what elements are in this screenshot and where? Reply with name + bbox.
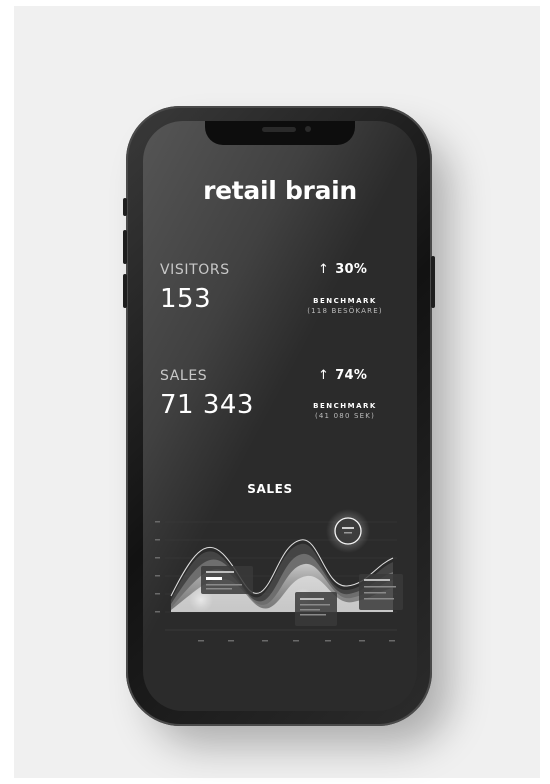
side-button-silent	[123, 198, 127, 216]
side-button-power	[431, 256, 435, 308]
arrow-up-icon: ↑	[318, 262, 330, 277]
visitors-value: 153	[160, 284, 212, 314]
tooltip-card-mid	[295, 592, 337, 626]
sales-change: ↑ 74%	[318, 368, 367, 383]
speaker-grille	[262, 127, 296, 132]
chart-x-ticks	[198, 640, 395, 642]
brand-title: retail brain	[203, 176, 357, 205]
arrow-up-icon: ↑	[318, 368, 330, 383]
page: retail brain VISITORS 153 ↑ 30% BENCHMARK…	[0, 0, 550, 784]
camera-icon	[305, 126, 311, 132]
notch	[205, 121, 355, 145]
visitors-label: VISITORS	[160, 262, 230, 278]
sales-label: SALES	[160, 368, 208, 384]
visitors-benchmark-label: BENCHMARK	[313, 297, 377, 305]
sales-chart-title: SALES	[247, 482, 293, 496]
sales-chart	[155, 509, 403, 642]
visitors-change: ↑ 30%	[318, 262, 367, 277]
glow-marker-icon	[326, 509, 370, 553]
sales-benchmark-label: BENCHMARK	[313, 402, 377, 410]
tooltip-card-left	[201, 566, 253, 594]
side-button-volume-down	[123, 274, 127, 308]
sales-value: 71 343	[160, 390, 254, 420]
chart-y-ticks	[155, 521, 160, 613]
tooltip-card-right	[359, 574, 403, 610]
side-button-volume-up	[123, 230, 127, 264]
visitors-change-value: 30%	[335, 262, 368, 277]
visitors-benchmark-value: (118 BESÖKARE)	[307, 307, 383, 315]
sales-benchmark-value: (41 080 SEK)	[314, 412, 376, 420]
sales-change-value: 74%	[335, 368, 368, 383]
